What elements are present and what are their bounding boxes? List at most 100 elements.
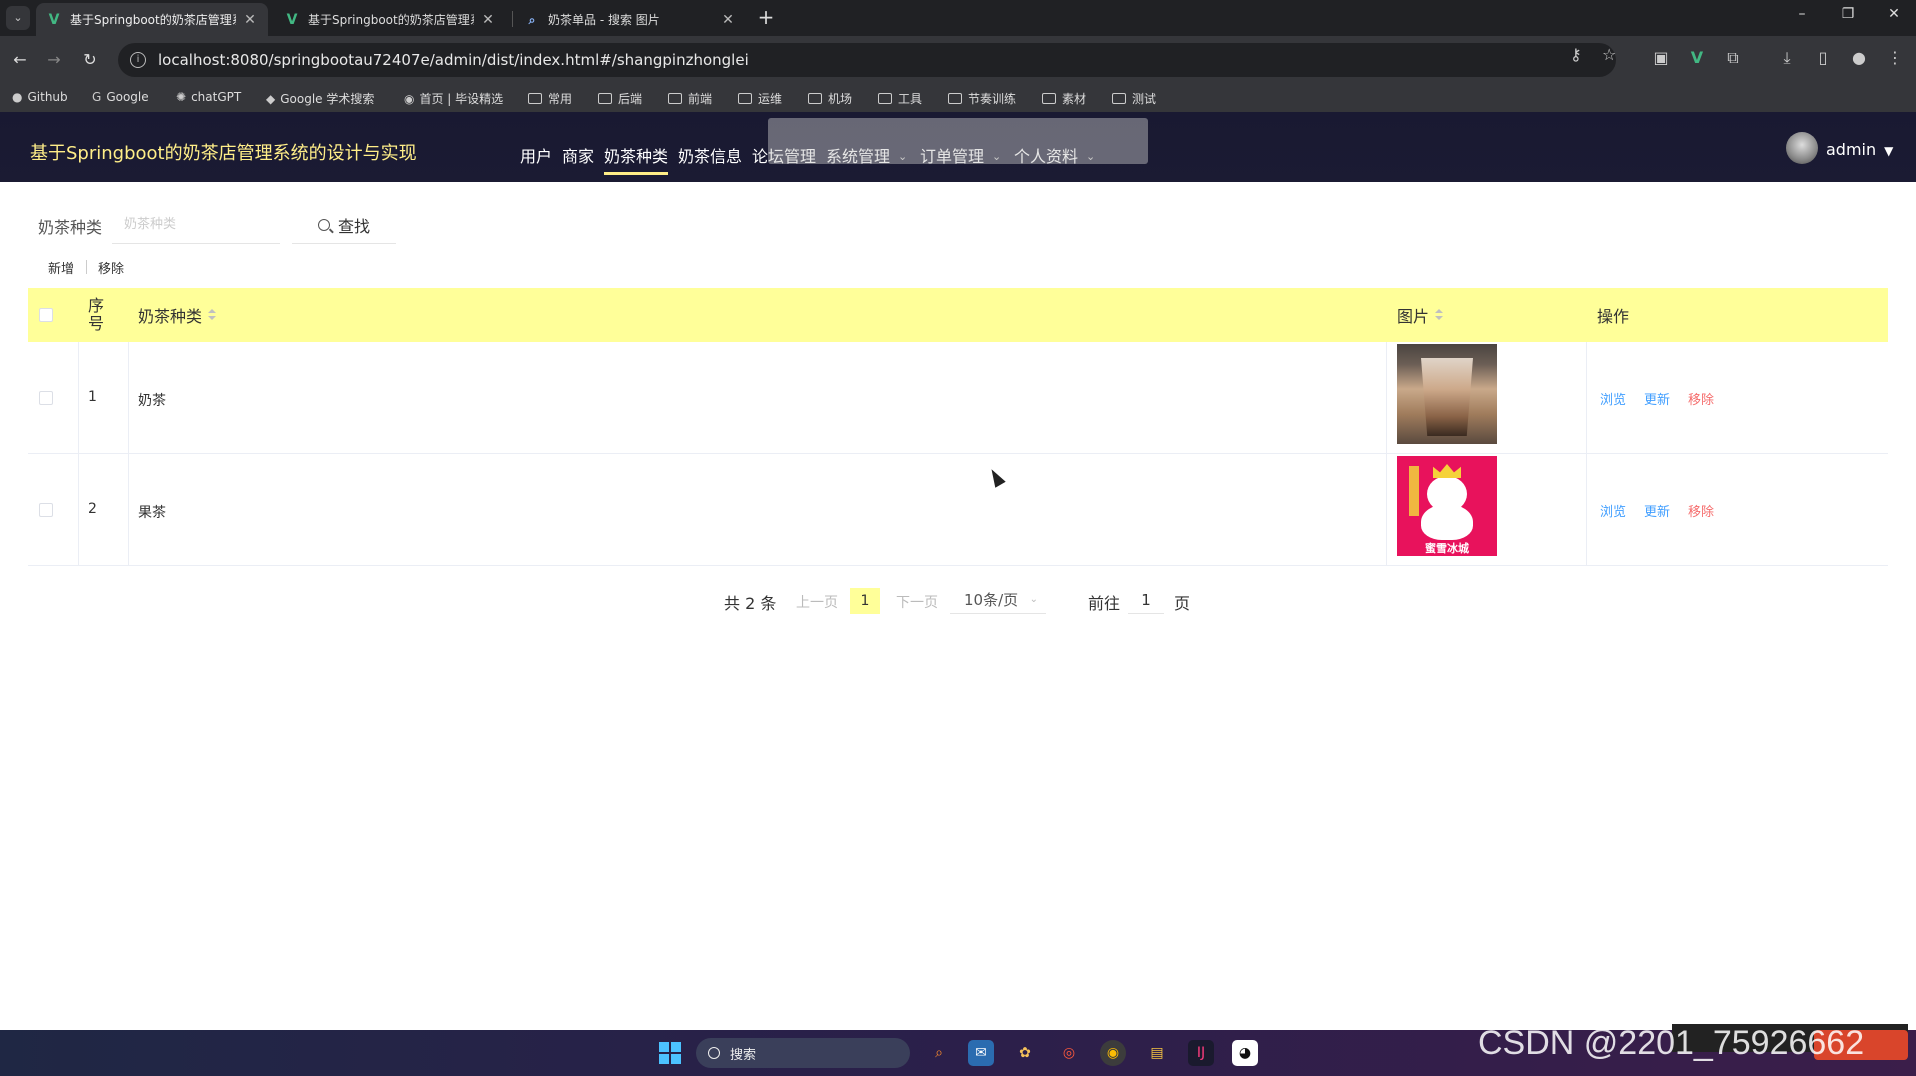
restore-icon[interactable]: ❐ (1838, 6, 1858, 22)
back-arrow-icon[interactable]: ← (8, 48, 32, 72)
browser-tab-1[interactable]: V 基于Springboot的奶茶店管理系 ✕ (36, 3, 268, 36)
menu-item-users[interactable]: 用户 (520, 143, 552, 167)
bookmark-folder[interactable]: 运维 (738, 90, 782, 107)
fruit-tea-image[interactable]: 蜜雪冰城 (1397, 456, 1497, 556)
sort-icon[interactable] (1435, 309, 1444, 321)
view-button[interactable]: 浏览 (1600, 389, 1626, 408)
divider (78, 454, 79, 566)
file-explorer-icon[interactable]: ▤ (1144, 1040, 1170, 1066)
mail-icon[interactable]: ✉ (968, 1040, 994, 1066)
page-number-current[interactable]: 1 (850, 588, 880, 614)
github-icon: ● (12, 90, 23, 104)
scholar-icon: ◆ (266, 91, 276, 106)
avatar[interactable] (1786, 132, 1818, 164)
search-icon (708, 1047, 720, 1059)
milk-tea-image[interactable] (1397, 344, 1497, 444)
crown-icon (1433, 464, 1461, 478)
cup-shape (1421, 358, 1473, 436)
extension-icon[interactable]: ▣ (1650, 48, 1672, 67)
bookmark-google[interactable]: G Google (92, 90, 149, 104)
reload-icon[interactable]: ↻ (78, 48, 102, 72)
more-menu-icon[interactable]: ⋮ (1884, 48, 1906, 67)
bookmark-folder[interactable]: 工具 (878, 90, 922, 107)
url-bar[interactable]: i localhost:8080/springbootau72407e/admi… (118, 43, 1616, 77)
edit-button[interactable]: 更新 (1644, 501, 1670, 520)
close-icon[interactable]: ✕ (480, 12, 496, 28)
header-index: 序号 (88, 296, 105, 333)
user-menu[interactable]: admin ▼ (1826, 140, 1893, 159)
folder-icon (738, 93, 752, 104)
chatgpt-icon: ✺ (176, 90, 187, 104)
watermark-text: CSDN @2201_75926662 (1478, 1024, 1865, 1062)
bookmark-folder[interactable]: 素材 (1042, 90, 1086, 107)
search-app-icon[interactable]: ⌕ (926, 1040, 952, 1066)
remove-button[interactable]: 移除 (98, 258, 124, 277)
chevron-down-icon: ⌄ (1029, 594, 1038, 605)
forward-arrow-icon[interactable]: → (42, 48, 66, 72)
next-page-button[interactable]: 下一页 (896, 592, 938, 612)
divider (1586, 454, 1587, 566)
row-checkbox[interactable] (39, 391, 53, 405)
add-button[interactable]: 新增 (48, 258, 74, 277)
search-input[interactable] (112, 206, 280, 244)
chrome-icon[interactable]: ◉ (1100, 1040, 1126, 1066)
delete-button[interactable]: 移除 (1688, 389, 1714, 408)
search-icon (317, 218, 330, 231)
search-button[interactable]: 查找 (292, 206, 396, 244)
sort-icon[interactable] (208, 309, 217, 321)
window-close-icon[interactable]: ✕ (1884, 6, 1904, 22)
tab-list-chevron-icon[interactable]: ⌄ (6, 6, 30, 30)
bookmark-site[interactable]: ◉ 首页 | 毕设精选 (404, 90, 503, 107)
minimize-icon[interactable]: – (1792, 6, 1812, 22)
bookmark-folder[interactable]: 节奏训练 (948, 90, 1016, 107)
select-all-checkbox[interactable] (39, 308, 53, 322)
page-size-select[interactable]: 10条/页 ⌄ (950, 586, 1046, 614)
key-icon[interactable]: ⚷ (1570, 45, 1582, 64)
close-icon[interactable]: ✕ (242, 12, 258, 28)
vue-devtools-icon[interactable]: V (1686, 48, 1708, 67)
bookmark-folder[interactable]: 测试 (1112, 90, 1156, 107)
row-index: 2 (88, 501, 97, 517)
bookmark-scholar[interactable]: ◆ Google 学术搜索 (266, 90, 374, 107)
menu-item-tea-info[interactable]: 奶茶信息 (678, 143, 742, 167)
brand-text: 蜜雪冰城 (1425, 542, 1469, 555)
header-category[interactable]: 奶茶种类 (138, 288, 217, 342)
bookmark-star-icon[interactable]: ☆ (1602, 45, 1616, 64)
browser-tab-3[interactable]: ⌕ 奶茶单品 - 搜索 图片 ✕ (514, 3, 746, 36)
new-tab-button[interactable]: + (754, 6, 778, 30)
goto-page-input[interactable]: 1 (1128, 586, 1164, 614)
header-image[interactable]: 图片 (1397, 288, 1444, 342)
jetbrains-icon[interactable]: IJ (1188, 1040, 1214, 1066)
qq-icon[interactable]: ◕ (1232, 1040, 1258, 1066)
puzzle-icon[interactable]: ⧉ (1722, 48, 1744, 68)
divider (1386, 342, 1387, 454)
folder-icon (528, 93, 542, 104)
view-button[interactable]: 浏览 (1600, 501, 1626, 520)
row-category: 果茶 (138, 505, 166, 521)
edit-button[interactable]: 更新 (1644, 389, 1670, 408)
bookmark-chatgpt[interactable]: ✺ chatGPT (176, 90, 241, 104)
close-icon[interactable]: ✕ (720, 12, 736, 28)
bookmark-folder[interactable]: 前端 (668, 90, 712, 107)
download-icon[interactable]: ⤓ (1776, 48, 1798, 68)
bookmark-folder[interactable]: 机场 (808, 90, 852, 107)
menu-item-merchants[interactable]: 商家 (562, 143, 594, 167)
site-icon: ◉ (404, 91, 415, 106)
bookmarks-bar: ● Github G Google ✺ chatGPT ◆ Google 学术搜索 ◉ 首… (0, 85, 1916, 112)
bookmark-github[interactable]: ● Github (12, 90, 68, 104)
prev-page-button[interactable]: 上一页 (796, 592, 838, 612)
bookmark-folder[interactable]: 后端 (598, 90, 642, 107)
sidebar-icon[interactable]: ▯ (1812, 48, 1834, 67)
row-checkbox[interactable] (39, 503, 53, 517)
windows-start-icon[interactable] (659, 1042, 681, 1064)
site-info-icon[interactable]: i (130, 52, 146, 68)
bookmark-folder[interactable]: 常用 (528, 90, 572, 107)
vue-logo-icon: V (286, 11, 298, 28)
browser-tab-2[interactable]: V 基于Springboot的奶茶店管理系 ✕ (274, 3, 506, 36)
profile-avatar-icon[interactable]: ● (1848, 48, 1870, 67)
taskbar-search[interactable]: 搜索 (696, 1038, 910, 1068)
delete-button[interactable]: 移除 (1688, 501, 1714, 520)
baidu-icon[interactable]: ✿ (1012, 1040, 1038, 1066)
netease-icon[interactable]: ◎ (1056, 1040, 1082, 1066)
menu-item-tea-category[interactable]: 奶茶种类 (604, 143, 669, 175)
